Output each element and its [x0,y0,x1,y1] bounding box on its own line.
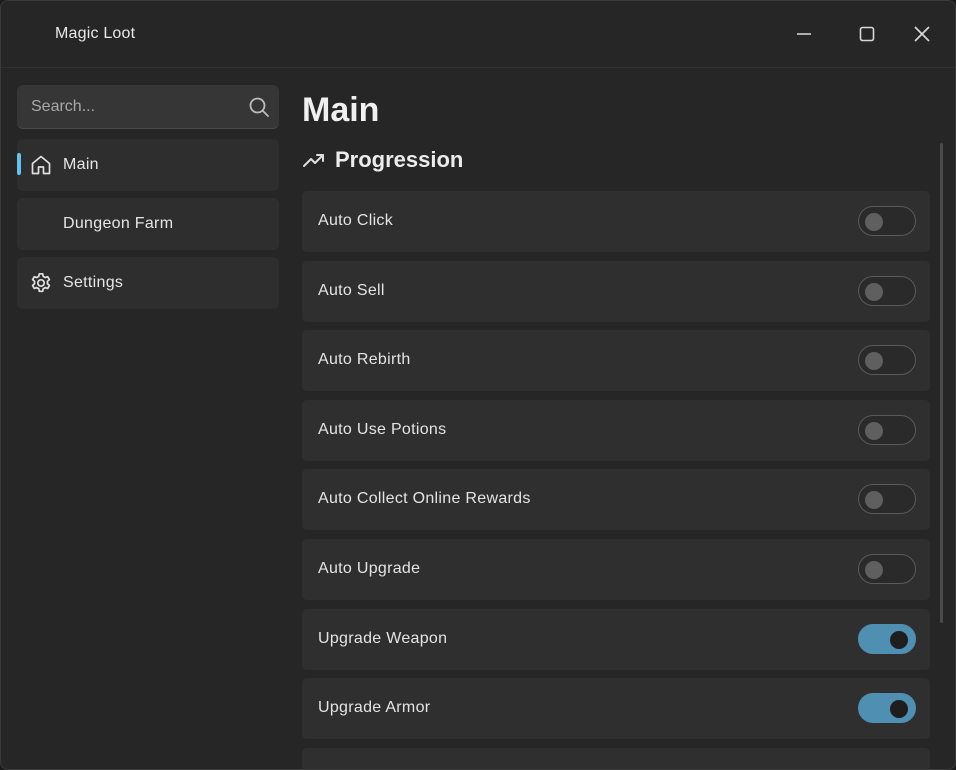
toggle-label: Auto Sell [318,281,385,299]
toggle-row-cutoff [302,747,930,769]
home-icon [31,155,51,175]
toggle-switch[interactable] [858,275,916,306]
main-content: Main Progression Auto Click Auto Sell Au… [302,85,932,769]
scrollbar[interactable] [940,143,943,623]
toggle-label: Auto Use Potions [318,420,447,438]
app-window: Magic Loot Search... Main Dungeon Farm S… [0,0,956,770]
toggle-knob [865,282,883,301]
toggle-switch[interactable] [858,206,916,236]
toggle-row-auto-use-potions: Auto Use Potions [302,399,930,462]
toggle-switch[interactable] [858,414,916,445]
toggle-knob [865,560,883,579]
gear-icon [31,272,51,293]
toggle-knob [865,352,883,371]
toggle-row-auto-rebirth: Auto Rebirth [302,330,930,393]
active-indicator [17,153,21,175]
toggle-row-upgrade-armor: Upgrade Armor [302,678,930,741]
toggle-switch[interactable] [858,345,916,376]
sidebar-item-label: Dungeon Farm [63,215,174,232]
window-title: Magic Loot [55,25,136,42]
toggle-knob [865,491,883,510]
toggle-row-upgrade-weapon: Upgrade Weapon [302,608,930,671]
sidebar-item-dungeon-farm[interactable]: Dungeon Farm [17,198,279,250]
sidebar-item-settings[interactable]: Settings [17,257,279,309]
sidebar-item-label: Settings [63,274,124,291]
toggle-row-auto-sell: Auto Sell [302,260,930,323]
maximize-button[interactable] [850,19,884,49]
toggle-knob [890,700,908,719]
minimize-button[interactable] [787,19,821,49]
toggle-switch[interactable] [858,693,916,724]
minimize-icon [797,33,811,35]
toggle-list: Auto Click Auto Sell Auto Rebirth Auto U… [302,191,930,769]
search-icon[interactable] [247,95,271,119]
toggle-label: Upgrade Weapon [318,629,448,647]
toggle-row-auto-collect-online-rewards: Auto Collect Online Rewards [302,469,930,532]
trending-up-icon [303,154,324,167]
page-title: Main [302,91,380,129]
toggle-row-auto-upgrade: Auto Upgrade [302,538,930,601]
toggle-switch[interactable] [858,623,916,654]
toggle-label: Auto Click [318,212,394,229]
section-header: Progression [302,145,463,175]
toggle-label: Upgrade Armor [318,699,431,717]
sidebar: Main Dungeon Farm Settings [17,85,279,309]
search-input[interactable] [29,85,243,129]
close-button[interactable] [905,19,939,49]
toggle-switch[interactable] [858,553,916,584]
toggle-knob [865,421,883,440]
toggle-label: Auto Collect Online Rewards [318,490,531,508]
toggle-knob [865,213,883,231]
toggle-switch[interactable] [858,484,916,515]
sidebar-item-main[interactable]: Main [17,139,279,191]
search-box [17,85,279,129]
toggle-label: Auto Upgrade [318,559,421,577]
toggle-label: Auto Rebirth [318,351,411,369]
close-icon [914,26,930,42]
sidebar-item-label: Main [63,156,99,173]
title-bar: Magic Loot [1,1,955,68]
toggle-row-auto-click: Auto Click [302,191,930,253]
toggle-knob [890,630,908,649]
section-title: Progression [335,147,464,172]
maximize-icon [859,26,875,42]
